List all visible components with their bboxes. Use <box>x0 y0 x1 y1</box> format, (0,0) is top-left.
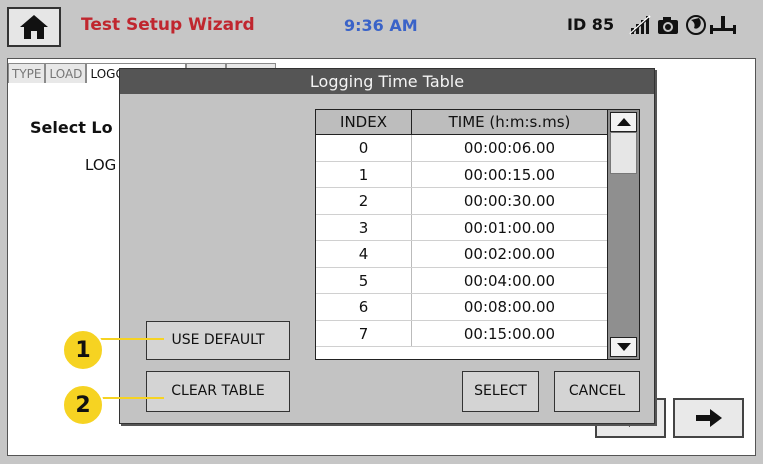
network-globe-icon <box>686 15 706 35</box>
index-cell: 2 <box>316 188 412 214</box>
index-cell: 0 <box>316 135 412 161</box>
usb-icon <box>710 16 736 34</box>
table-row[interactable]: 0 00:00:06.00 <box>316 135 607 162</box>
tab-load[interactable]: LOAD <box>45 63 87 83</box>
index-cell: 1 <box>316 161 412 187</box>
time-cell: 00:00:15.00 <box>463 165 556 184</box>
column-header-index: INDEX <box>316 110 412 134</box>
top-bar: Test Setup Wizard 9:36 AM ID 85 <box>0 0 763 54</box>
camera-icon <box>658 17 678 34</box>
table-row[interactable]: 4 00:02:00.00 <box>316 241 607 268</box>
time-cell: 00:04:00.00 <box>463 271 556 290</box>
table-row[interactable]: 2 00:00:30.00 <box>316 188 607 215</box>
clear-table-button[interactable]: CLEAR TABLE <box>146 371 290 412</box>
wizard-title: Test Setup Wizard <box>81 15 255 35</box>
table-rows: 0 00:00:06.00 1 00:00:15.00 2 00:00:30.0… <box>316 135 607 347</box>
time-cell: 00:00:06.00 <box>463 139 556 157</box>
triangle-up-icon <box>616 118 631 126</box>
time-cell: 00:01:00.00 <box>463 218 556 237</box>
index-cell: 4 <box>316 241 412 267</box>
index-cell: 7 <box>316 320 412 346</box>
select-logging-heading: Select Lo <box>30 118 113 137</box>
select-button[interactable]: SELECT <box>462 371 539 412</box>
callout-badge-2: 2 <box>62 384 104 426</box>
logging-time-table-dialog: Logging Time Table INDEX TIME (h:m:s.ms)… <box>119 68 655 424</box>
triangle-down-icon <box>616 343 631 351</box>
callout-leader-line <box>100 338 164 340</box>
next-button[interactable] <box>673 398 744 438</box>
cancel-button[interactable]: CANCEL <box>554 371 640 412</box>
use-default-button[interactable]: USE DEFAULT <box>146 321 290 360</box>
time-cell: 00:00:30.00 <box>463 192 556 210</box>
no-signal-icon <box>629 15 651 35</box>
scroll-up-button[interactable] <box>610 112 637 132</box>
time-cell: 00:15:00.00 <box>463 324 556 343</box>
table-row[interactable]: 7 00:15:00.00 <box>316 320 607 347</box>
app-window: Test Setup Wizard 9:36 AM ID 85 TYPE LOA… <box>0 0 763 464</box>
callout-badge-1: 1 <box>62 329 104 371</box>
index-cell: 3 <box>316 214 412 240</box>
table-scrollbar[interactable] <box>607 110 639 359</box>
scroll-thumb[interactable] <box>610 132 637 174</box>
logging-label: LOG <box>85 156 117 174</box>
index-cell: 5 <box>316 267 412 293</box>
tab-type[interactable]: TYPE <box>8 63 46 83</box>
clock: 9:36 AM <box>344 16 418 35</box>
table-row[interactable]: 6 00:08:00.00 <box>316 294 607 321</box>
arrow-right-icon <box>695 409 722 427</box>
table-row[interactable]: 1 00:00:15.00 <box>316 161 607 188</box>
machine-id: ID 85 <box>567 15 615 34</box>
table-row[interactable]: 3 00:01:00.00 <box>316 214 607 241</box>
home-icon <box>20 15 48 39</box>
scroll-down-button[interactable] <box>610 337 637 357</box>
dialog-title: Logging Time Table <box>120 69 654 94</box>
table-header: INDEX TIME (h:m:s.ms) <box>316 110 607 135</box>
callout-leader-line <box>100 397 164 399</box>
time-cell: 00:02:00.00 <box>463 245 556 263</box>
column-header-time: TIME (h:m:s.ms) <box>448 113 571 131</box>
time-table: INDEX TIME (h:m:s.ms) 0 00:00:06.00 1 00… <box>315 109 640 360</box>
index-cell: 6 <box>316 294 412 320</box>
home-button[interactable] <box>7 7 61 47</box>
table-row[interactable]: 5 00:04:00.00 <box>316 267 607 294</box>
time-cell: 00:08:00.00 <box>463 298 556 316</box>
